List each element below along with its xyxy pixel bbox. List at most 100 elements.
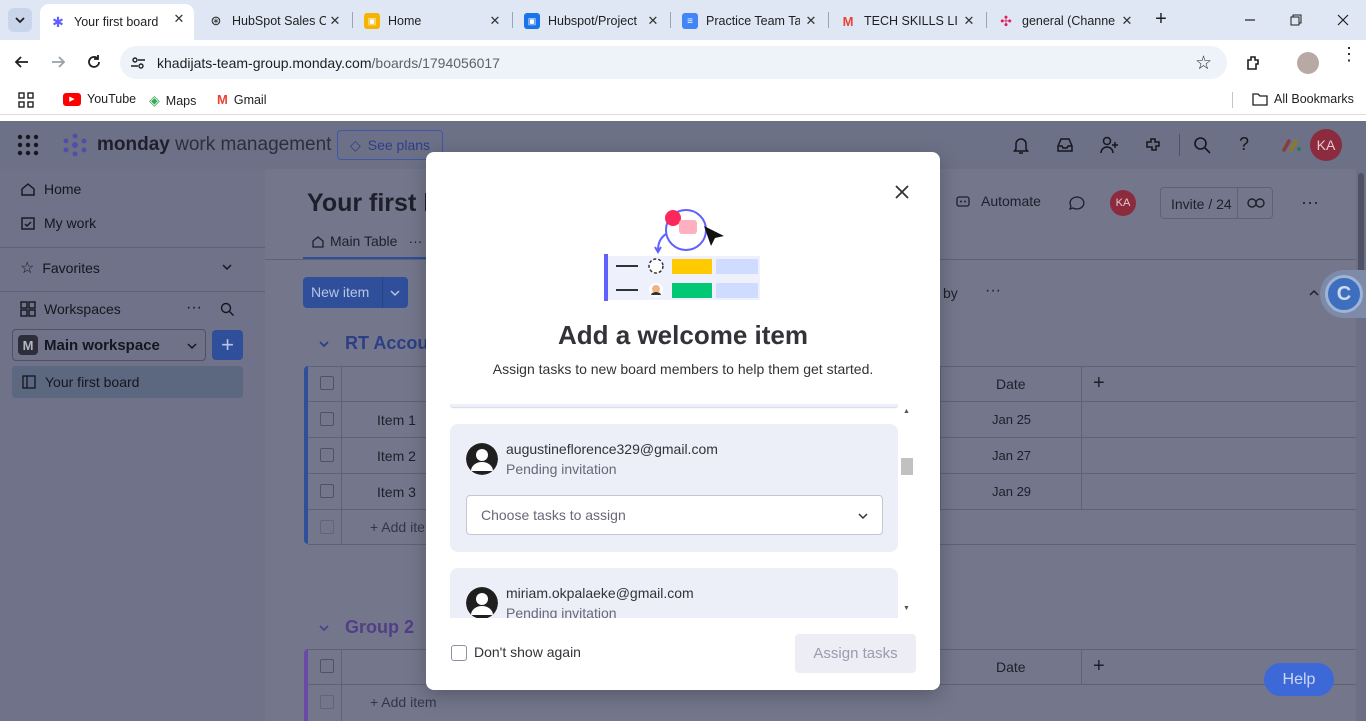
sidebar-item-favorites[interactable]: ☆ Favorites [20,258,100,278]
select-all-checkbox[interactable] [320,376,334,390]
restore-button[interactable] [1286,10,1306,30]
bookmark-maps[interactable]: ◈ Maps [149,92,196,109]
add-column-button[interactable]: + [1093,655,1105,678]
close-tab-icon[interactable]: ✕ [802,12,820,30]
tab-home[interactable]: ▣ Home ✕ [354,6,510,36]
forward-button[interactable] [48,52,68,72]
automate-button[interactable]: Automate [955,193,1041,209]
integrations-icon[interactable] [1144,136,1162,154]
add-item-input[interactable]: + Add item [370,694,437,710]
row-checkbox[interactable] [320,484,334,498]
dont-show-again-checkbox[interactable] [451,645,467,661]
list-scrollbar[interactable]: ▲ ▼ [900,404,914,618]
close-tab-icon[interactable]: ✕ [1118,12,1136,30]
minimize-button[interactable] [1240,10,1260,30]
sidebar-item-my-work[interactable]: My work [20,215,96,231]
add-workspace-item-button[interactable]: + [212,330,243,360]
workspaces-search-icon[interactable] [220,302,234,316]
board-more-icon[interactable]: ··· [1301,192,1319,213]
close-tab-icon[interactable]: ✕ [326,12,344,30]
sidebar-item-home[interactable]: Home [20,181,81,197]
row-checkbox[interactable] [320,448,334,462]
tab-more-icon[interactable]: ··· [408,233,422,249]
date-cell[interactable]: Jan 29 [992,484,1031,499]
workspace-selector[interactable]: M Main workspace [12,329,206,361]
select-all-checkbox[interactable] [320,659,334,673]
search-icon[interactable] [1193,136,1211,154]
scroll-down-arrow[interactable]: ▼ [903,605,910,612]
apps-grid-icon[interactable] [18,92,34,108]
new-tab-button[interactable]: + [1150,8,1172,30]
bookmark-gmail[interactable]: M Gmail [217,92,267,107]
tab-practice-team[interactable]: ≡ Practice Team Ta ✕ [672,6,826,36]
sidebar-item-your-first-board[interactable]: Your first board [12,366,243,398]
board-title[interactable]: Your first b [307,189,438,218]
profile-avatar[interactable] [1297,52,1319,74]
dont-show-again-label[interactable]: Don't show again [474,644,581,660]
app-switcher-icon[interactable] [17,134,39,156]
person-filter-label[interactable]: by [943,285,958,301]
close-tab-icon[interactable]: ✕ [170,10,188,28]
bookmark-youtube[interactable]: ▶ YouTube [63,92,136,106]
tab-your-first-board[interactable]: ✱ Your first board ✕ [40,4,194,40]
chevron-down-icon[interactable] [221,261,233,273]
list-scrollbar-thumb[interactable] [901,458,913,475]
chevron-up-icon[interactable] [1308,287,1320,299]
inbox-icon[interactable] [1056,136,1074,154]
tab-general-channel[interactable]: ✣ general (Channe ✕ [988,6,1142,36]
tab-hubspot-sales[interactable]: ⊛ HubSpot Sales C ✕ [198,6,350,36]
notifications-bell-icon[interactable] [1012,136,1030,154]
close-modal-button[interactable] [890,180,914,204]
date-cell[interactable]: Jan 25 [992,412,1031,427]
add-column-button[interactable]: + [1093,372,1105,395]
date-column-header[interactable]: Date [996,376,1026,392]
board-member-avatar[interactable]: KA [1110,190,1136,216]
new-item-button[interactable]: New item [303,277,408,308]
chevron-down-icon[interactable] [389,287,401,299]
row-checkbox[interactable] [320,412,334,426]
floating-assistant-button[interactable]: C [1320,270,1366,318]
tab-hubspot-project[interactable]: ▣ Hubspot/Project ✕ [514,6,668,36]
scroll-up-arrow[interactable]: ▲ [903,408,910,415]
bookmark-star-icon[interactable]: ☆ [1195,52,1212,75]
item-name[interactable]: Item 2 [377,448,416,464]
user-avatar[interactable]: KA [1310,129,1342,161]
back-button[interactable] [12,52,32,72]
item-name[interactable]: Item 1 [377,412,416,428]
assign-tasks-button[interactable]: Assign tasks [795,634,916,673]
group-collapse-icon[interactable] [318,338,330,350]
scrollbar-thumb[interactable] [1358,173,1364,273]
invite-button[interactable]: Invite / 24 [1160,187,1273,219]
group-title-rt-accounts[interactable]: RT Accou [345,333,428,354]
close-tab-icon[interactable]: ✕ [644,12,662,30]
invite-member-icon[interactable] [1100,136,1120,154]
item-name[interactable]: Item 3 [377,484,416,500]
all-bookmarks[interactable]: All Bookmarks [1252,92,1354,106]
updates-chat-icon[interactable] [1068,195,1086,211]
tab-search-button[interactable] [8,8,32,32]
group-collapse-icon[interactable] [318,622,330,634]
close-tab-icon[interactable]: ✕ [486,12,504,30]
monday-apps-icon[interactable] [1282,138,1302,152]
close-tab-icon[interactable]: ✕ [960,12,978,30]
site-settings-icon[interactable] [130,55,146,71]
workspaces-more-icon[interactable]: ··· [186,299,202,317]
help-question-icon[interactable]: ? [1239,134,1249,155]
group-title-group-2[interactable]: Group 2 [345,617,414,638]
add-item-input[interactable]: + Add ite [370,519,425,535]
date-column-header[interactable]: Date [996,659,1026,675]
toolbar-more-icon[interactable]: ··· [985,282,1001,300]
extensions-icon[interactable] [1244,53,1264,73]
address-bar[interactable]: khadijats-team-group.monday.com/boards/1… [120,46,1227,79]
sidebar-item-workspaces[interactable]: Workspaces [20,301,121,317]
help-button[interactable]: Help [1264,663,1334,696]
reload-button[interactable] [84,52,104,72]
kebab-menu-icon[interactable]: ⋮ [1340,45,1358,63]
tab-tech-skills[interactable]: M TECH SKILLS LIN ✕ [830,6,984,36]
date-cell[interactable]: Jan 27 [992,448,1031,463]
close-window-button[interactable] [1333,10,1353,30]
tab-main-table[interactable]: Main Table ··· [311,233,422,249]
link-icon[interactable] [1247,196,1265,210]
choose-tasks-dropdown[interactable]: Choose tasks to assign [466,495,883,535]
page-scrollbar[interactable] [1356,169,1366,721]
